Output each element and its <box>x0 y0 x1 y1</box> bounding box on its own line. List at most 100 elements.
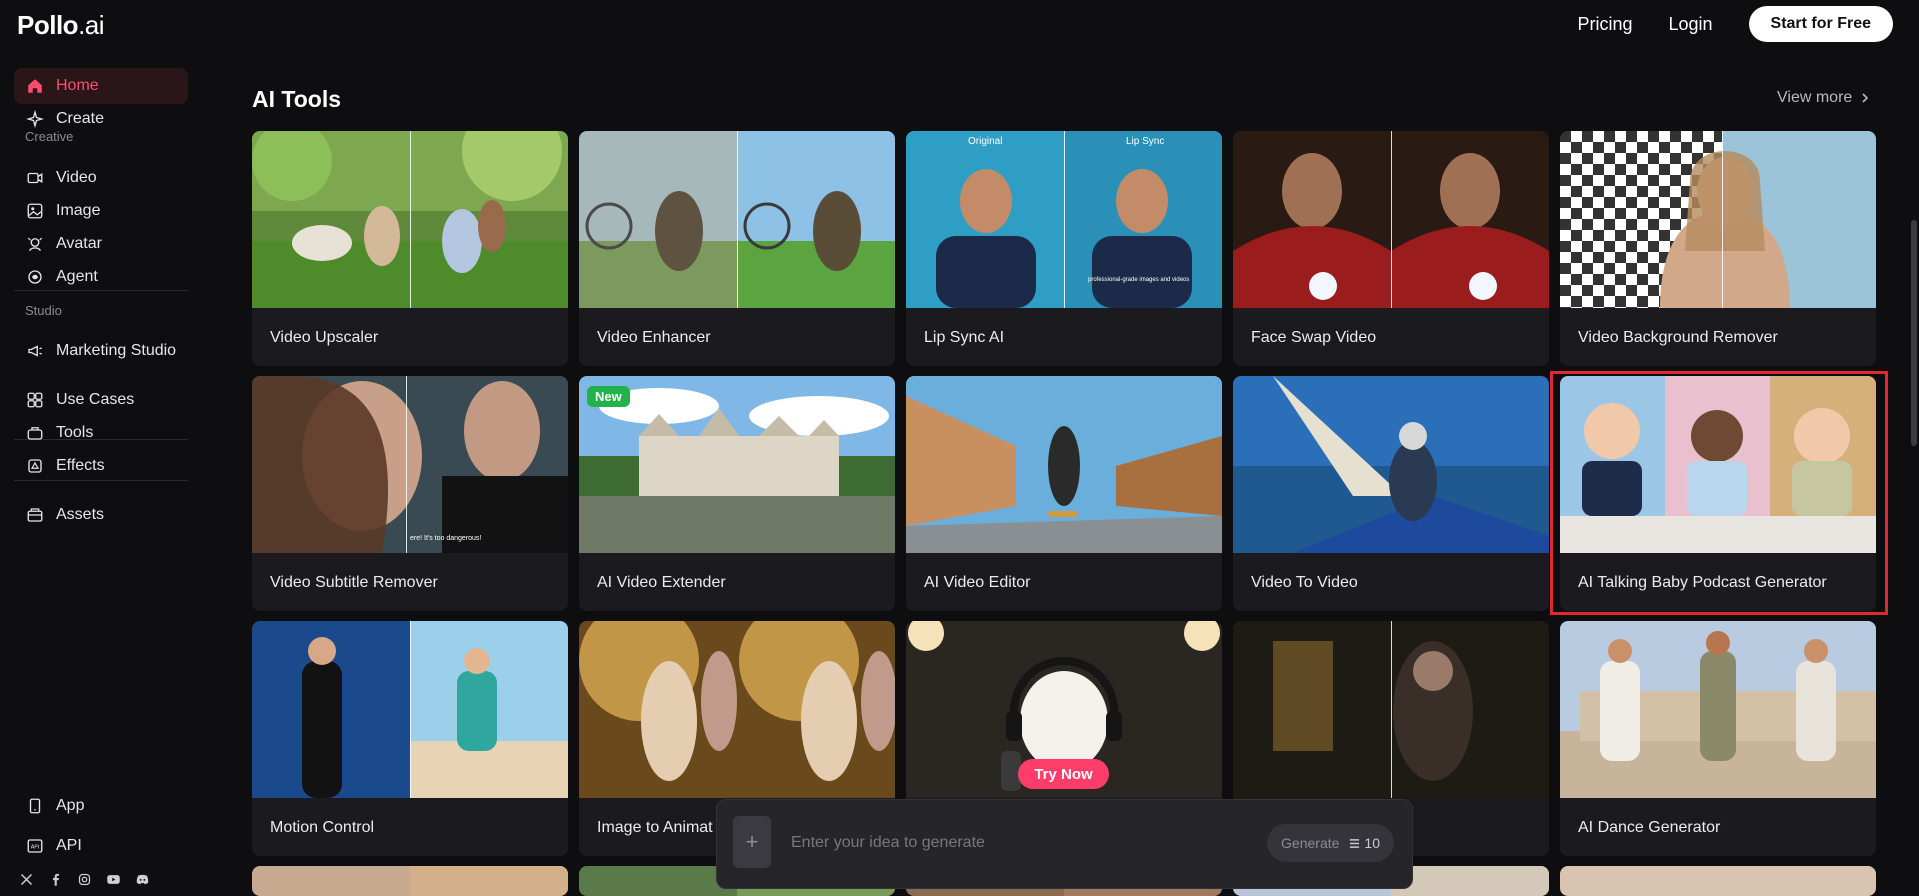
card-thumbnail <box>1233 621 1549 798</box>
divider <box>14 290 188 291</box>
compare-divider <box>1391 131 1392 308</box>
sidebar-item-app[interactable]: App <box>14 788 188 824</box>
sidebar-item-label: API <box>56 837 82 854</box>
section-studio: Studio <box>25 303 62 318</box>
credits: 10 <box>1349 835 1380 851</box>
sidebar-item-api[interactable]: API API <box>14 828 188 864</box>
card-label: Video Enhancer <box>597 329 711 346</box>
x-icon[interactable] <box>19 872 34 887</box>
prompt-input[interactable] <box>791 830 1211 856</box>
discord-icon[interactable] <box>135 872 150 887</box>
card-label: Motion Control <box>270 819 375 836</box>
tool-card-partial[interactable] <box>252 866 568 896</box>
tool-card-ai-dance-generator[interactable]: AI Dance Generator <box>1560 621 1876 856</box>
compare-divider <box>410 621 411 798</box>
plus-icon: + <box>745 829 759 854</box>
sidebar-item-label: Assets <box>56 506 105 523</box>
tool-card-partial[interactable] <box>1560 866 1876 896</box>
tool-card-face-swap-video[interactable]: Face Swap Video <box>1233 131 1549 366</box>
sidebar-item-assets[interactable]: Assets <box>14 497 188 533</box>
compare-divider <box>737 131 738 308</box>
sidebar-item-home[interactable]: Home <box>14 68 188 104</box>
overlay-caption: ere! It's too dangerous! <box>410 535 481 542</box>
compare-divider <box>406 376 407 553</box>
sidebar-item-label: Tools <box>56 424 94 441</box>
video-icon <box>27 172 43 184</box>
start-for-free-button[interactable]: Start for Free <box>1748 6 1893 42</box>
card-thumbnail <box>906 376 1222 553</box>
social-links <box>19 872 150 887</box>
tool-card-lip-sync-ai[interactable]: Original Lip Sync professional-grade ima… <box>906 131 1222 366</box>
scrollbar-thumb[interactable] <box>1911 220 1917 446</box>
instagram-icon[interactable] <box>77 872 92 887</box>
top-nav: Pricing Login Start for Free <box>1577 6 1893 42</box>
card-label: AI Video Extender <box>597 574 726 591</box>
sidebar-item-label: Video <box>56 169 97 186</box>
sidebar-item-use-cases[interactable]: Use Cases <box>14 382 188 418</box>
sidebar-item-label: Use Cases <box>56 391 135 408</box>
pricing-link[interactable]: Pricing <box>1577 14 1632 35</box>
compare-divider <box>1722 131 1723 308</box>
sidebar-item-label: Marketing Studio <box>56 342 177 359</box>
tool-card-video-upscaler[interactable]: Video Upscaler <box>252 131 568 366</box>
card-label: Face Swap Video <box>1251 329 1377 346</box>
megaphone-icon <box>28 345 42 357</box>
tool-card-video-enhancer[interactable]: Video Enhancer <box>579 131 895 366</box>
sidebar-item-tools[interactable]: Tools <box>14 415 188 451</box>
svg-text:API: API <box>31 845 39 851</box>
sidebar-item-marketing-studio[interactable]: Marketing Studio <box>14 333 188 369</box>
tool-card-ai-video-extender[interactable]: New AI Video Extender <box>579 376 895 611</box>
sidebar: Home Create Creative Video Image Avatar … <box>0 48 200 896</box>
youtube-icon[interactable] <box>106 872 121 887</box>
card-thumbnail <box>579 621 895 798</box>
try-now-button[interactable]: Try Now <box>1018 759 1109 789</box>
section-creative: Creative <box>25 129 74 144</box>
sidebar-item-label: App <box>56 797 85 814</box>
card-label: Video Background Remover <box>1578 329 1778 346</box>
tool-card-video-subtitle-remover[interactable]: ere! It's too dangerous! Video Subtitle … <box>252 376 568 611</box>
api-icon: API <box>27 839 43 853</box>
facebook-icon[interactable] <box>48 872 63 887</box>
card-thumbnail: New <box>579 376 895 553</box>
compare-divider <box>1064 131 1065 308</box>
sidebar-item-avatar[interactable]: Avatar <box>14 226 188 262</box>
tool-card-ai-talking-baby-podcast-generator[interactable]: AI Talking Baby Podcast Generator <box>1560 376 1876 611</box>
add-attachment-button[interactable]: + <box>733 816 771 868</box>
sidebar-item-label: Effects <box>56 457 105 474</box>
sidebar-item-label: Avatar <box>56 235 102 252</box>
overlay-original: Original <box>968 136 1002 147</box>
card-label: Video Upscaler <box>270 329 379 346</box>
card-thumbnail <box>1233 131 1549 308</box>
assets-icon <box>27 508 43 522</box>
tool-card-ai-video-editor[interactable]: AI Video Editor <box>906 376 1222 611</box>
card-thumbnail <box>252 866 568 896</box>
tools-icon <box>27 427 43 440</box>
card-label: Video To Video <box>1251 574 1358 591</box>
sidebar-item-video[interactable]: Video <box>14 160 188 196</box>
new-badge: New <box>587 386 630 407</box>
avatar-icon <box>27 237 43 252</box>
sparkle-icon <box>26 110 44 128</box>
sidebar-item-effects[interactable]: Effects <box>14 448 188 484</box>
home-icon <box>28 79 42 93</box>
card-label: Video Subtitle Remover <box>270 574 438 591</box>
logo-suffix: .ai <box>78 10 105 40</box>
scrollbar-track[interactable] <box>1910 0 1919 896</box>
card-label: AI Dance Generator <box>1578 819 1721 836</box>
card-thumbnail <box>1560 376 1876 553</box>
compare-divider <box>1391 621 1392 798</box>
generate-button[interactable]: Generate 10 <box>1267 824 1394 862</box>
overlay-lip-sync: Lip Sync <box>1126 136 1164 147</box>
tool-card-video-to-video[interactable]: Video To Video <box>1233 376 1549 611</box>
card-thumbnail <box>579 131 895 308</box>
view-more-link[interactable]: View more <box>1777 89 1870 107</box>
card-label: AI Talking Baby Podcast Generator <box>1578 574 1827 591</box>
logo[interactable]: Pollo.ai <box>17 10 105 41</box>
tool-card-video-background-remover[interactable]: Video Background Remover <box>1560 131 1876 366</box>
view-more-label: View more <box>1777 89 1853 106</box>
sidebar-item-label: Agent <box>56 268 98 285</box>
tool-card-motion-control[interactable]: Motion Control <box>252 621 568 856</box>
card-thumbnail <box>1560 621 1876 798</box>
sidebar-item-image[interactable]: Image <box>14 193 188 229</box>
login-link[interactable]: Login <box>1668 14 1712 35</box>
